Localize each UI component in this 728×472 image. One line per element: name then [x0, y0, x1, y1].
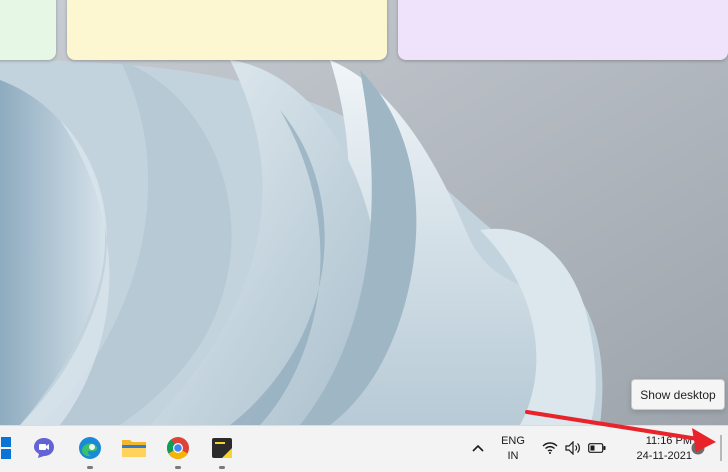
sticky-notes-icon [212, 438, 232, 458]
lang-primary: ENG [501, 435, 525, 447]
clock-time: 11:16 PM [645, 435, 692, 447]
notification-badge[interactable] [690, 440, 706, 456]
wifi-button[interactable] [540, 438, 560, 458]
chrome-icon [166, 437, 189, 459]
clock-date: 24-11-2021 [636, 450, 692, 462]
running-indicator [87, 466, 93, 469]
tooltip-text: Show desktop [640, 387, 716, 402]
start-icon [1, 437, 11, 459]
file-explorer-button[interactable] [120, 434, 148, 462]
notification-icon [691, 441, 705, 455]
edge-icon [79, 437, 101, 459]
chevron-up-icon [472, 444, 484, 452]
wifi-icon [542, 442, 558, 454]
desktop: Show desktop [0, 0, 728, 425]
speaker-icon [565, 441, 580, 455]
battery-icon [588, 443, 606, 453]
sticky-notes-button[interactable] [208, 434, 236, 469]
file-explorer-icon [122, 440, 146, 457]
sticky-note-purple[interactable] [398, 0, 728, 60]
teams-chat-button[interactable] [30, 434, 58, 462]
running-indicator [219, 466, 225, 469]
chrome-button[interactable] [164, 434, 192, 469]
show-desktop-button[interactable] [720, 435, 722, 461]
sticky-note-green[interactable] [0, 0, 56, 60]
start-button[interactable] [0, 434, 14, 462]
taskbar: ENG IN 11:16 PM 24-11-2021 [0, 425, 728, 472]
battery-button[interactable] [587, 438, 607, 458]
teams-chat-icon [34, 438, 54, 458]
sticky-note-yellow[interactable] [67, 0, 387, 60]
clock[interactable]: 11:16 PM 24-11-2021 [618, 434, 692, 464]
running-indicator [175, 466, 181, 469]
volume-button[interactable] [563, 438, 583, 458]
edge-button[interactable] [76, 434, 104, 469]
show-hidden-icons-button[interactable] [468, 438, 488, 458]
language-indicator[interactable]: ENG IN [496, 434, 530, 464]
show-desktop-tooltip: Show desktop [631, 379, 725, 410]
lang-secondary: IN [507, 450, 519, 462]
wallpaper-bloom [0, 0, 728, 425]
